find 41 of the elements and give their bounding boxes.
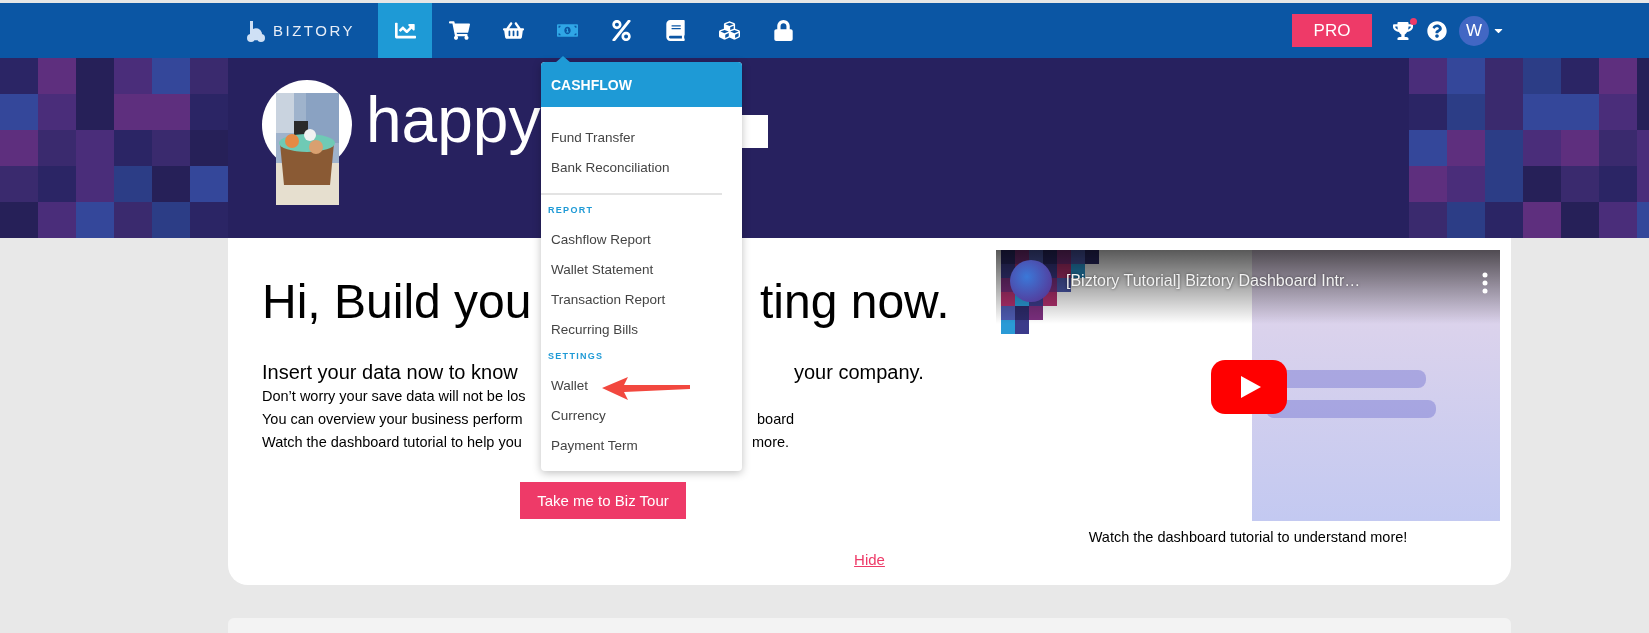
company-name: happy [366, 83, 541, 158]
trophy-icon [1393, 20, 1413, 41]
welcome-text: Don’t worry your save data will not be los [262, 388, 526, 404]
welcome-text: more. [752, 433, 790, 452]
menu-item[interactable]: Wallet Statement [551, 255, 654, 285]
biz-tour-button[interactable]: Take me to Biz Tour [520, 482, 686, 519]
cart-icon [448, 20, 470, 41]
menu-title: CASHFLOW [541, 62, 742, 107]
help-icon [1427, 20, 1447, 41]
menu-item[interactable]: Payment Term [551, 431, 638, 461]
user-avatar[interactable]: W [1459, 15, 1489, 46]
welcome-text: your company. [794, 360, 924, 385]
welcome-text: Watch the dashboard tutorial to help you [262, 434, 522, 450]
more-icon[interactable] [1482, 272, 1488, 294]
basket-icon [502, 20, 524, 41]
menu-section-heading: SETTINGS [547, 350, 605, 363]
chart-icon [394, 20, 416, 41]
logo-icon [245, 19, 267, 42]
menu-section-heading: REPORT [547, 204, 595, 217]
pro-button[interactable]: PRO [1292, 14, 1372, 47]
welcome-text: Hi, Build you [262, 275, 532, 328]
nav-tab[interactable] [378, 3, 432, 58]
welcome-text: board [757, 410, 795, 429]
play-icon[interactable] [1211, 360, 1287, 414]
lock-icon [772, 20, 794, 41]
menu-item[interactable]: Recurring Bills [551, 315, 639, 345]
welcome-text: Insert your data now to know [262, 361, 518, 383]
menu-item[interactable]: Cashflow Report [551, 225, 651, 255]
welcome-text: You can overview your business perform [262, 411, 523, 427]
menu-item[interactable]: Wallet [551, 371, 588, 401]
brand-name: BIZTORY [273, 22, 355, 39]
welcome-text: ting now. [760, 274, 950, 330]
video-caption: Watch the dashboard tutorial to understand more! [1088, 529, 1408, 545]
menu-item[interactable]: Currency [551, 401, 606, 431]
percent-icon [610, 20, 632, 41]
menu-item[interactable]: Fund Transfer [551, 123, 636, 153]
hide-link[interactable]: Hide [854, 551, 885, 568]
menu-item[interactable]: Transaction Report [551, 285, 666, 315]
cubes-icon [718, 20, 740, 41]
menu-item[interactable]: Bank Reconciliation [551, 153, 670, 183]
book-icon [664, 20, 686, 41]
